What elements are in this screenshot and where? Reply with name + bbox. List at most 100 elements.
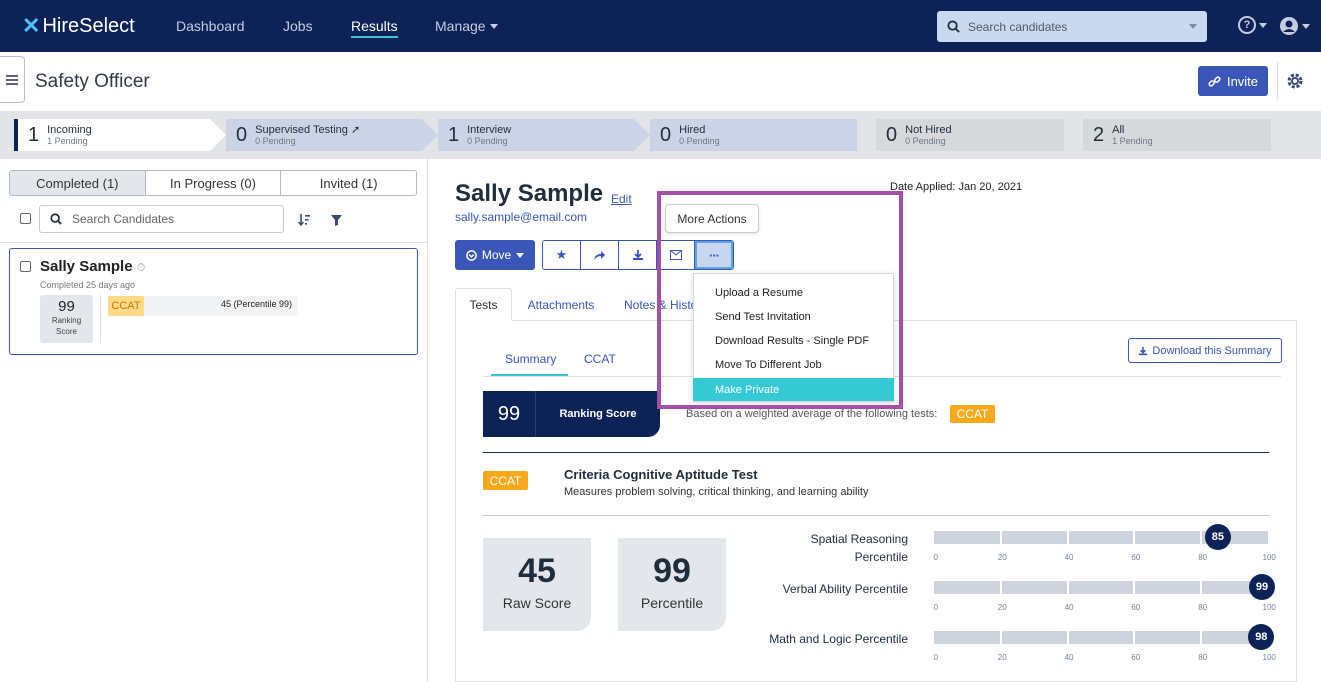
tick-label: 20 — [997, 603, 1007, 612]
tick-label: 60 — [1131, 603, 1141, 612]
chevron-down-icon — [516, 252, 525, 258]
ccat-tag: CCAT — [483, 471, 528, 490]
title-bar — [0, 52, 1321, 112]
stage-sub: 0 Pending — [905, 136, 946, 146]
sort-icon — [297, 214, 310, 227]
tab-attachments[interactable]: Attachments — [519, 288, 603, 321]
stage-arrow — [634, 119, 650, 151]
candidate-status-tabs: Completed (1) In Progress (0) Invited (1… — [9, 170, 417, 196]
divider — [100, 295, 101, 343]
grid-line — [1066, 631, 1069, 644]
grid-line — [1133, 631, 1136, 644]
tick-label: 80 — [1198, 553, 1208, 562]
ranking-score-panel: 99 Ranking Score — [483, 391, 660, 437]
stage-count: 2 — [1093, 123, 1105, 146]
ccat-tag: CCAT — [108, 296, 144, 316]
settings-gear-icon[interactable] — [1285, 71, 1305, 96]
raw-score-box: 45 Raw Score — [483, 538, 591, 631]
move-button[interactable]: Move — [455, 240, 535, 270]
ranking-label: Ranking Score — [559, 408, 637, 420]
grid-line — [999, 531, 1002, 544]
star-button[interactable]: ★ — [543, 241, 581, 269]
hamburger-icon — [6, 74, 18, 85]
help-menu[interactable]: ? — [1238, 16, 1267, 34]
stage-hired[interactable]: 0 Hired 0 Pending — [650, 119, 857, 151]
download-summary-label: Download this Summary — [1152, 344, 1272, 357]
sort-button[interactable] — [297, 213, 310, 229]
stage-count: 1 — [28, 123, 40, 146]
stage-arrow — [210, 119, 226, 151]
grid-line — [1066, 581, 1069, 594]
tick-label: 20 — [997, 653, 1007, 662]
tick-label: 80 — [1198, 653, 1208, 662]
percentile-track — [934, 631, 1268, 644]
grid-line — [1200, 581, 1203, 594]
candidate-title: Sally Sample — [455, 180, 604, 207]
user-menu[interactable] — [1279, 16, 1310, 36]
ranking-score-badge: 99 Ranking Score — [40, 295, 93, 343]
sidebar-toggle-button[interactable] — [0, 56, 25, 103]
stage-supervised-testing[interactable]: 0 Supervised Testing ➚ 0 Pending — [226, 119, 422, 151]
percentile-marker: 85 — [1204, 524, 1231, 550]
move-label: Move — [481, 248, 512, 262]
nav-jobs[interactable]: Jobs — [283, 18, 313, 34]
search-placeholder: Search Candidates — [72, 212, 175, 226]
edit-link[interactable]: Edit — [611, 192, 632, 206]
invite-button[interactable]: Invite — [1198, 66, 1268, 96]
stage-text: Supervised Testing ➚ 0 Pending — [255, 124, 360, 146]
tab-completed[interactable]: Completed (1) — [10, 171, 146, 195]
star-icon: ★ — [555, 247, 568, 262]
grid-line — [1133, 581, 1136, 594]
stage-sub: 0 Pending — [255, 136, 296, 146]
select-all-checkbox[interactable] — [20, 213, 31, 224]
percentile-marker: 99 — [1249, 574, 1275, 600]
stage-all[interactable]: 2 All 1 Pending — [1083, 119, 1271, 151]
stage-interview[interactable]: 1 Interview 0 Pending — [438, 119, 634, 151]
subtab-ccat[interactable]: CCAT — [584, 352, 616, 366]
stage-count: 0 — [660, 123, 672, 146]
rank-label: Ranking — [51, 316, 82, 325]
tick-label: 80 — [1198, 603, 1208, 612]
tab-tests[interactable]: Tests — [455, 288, 512, 321]
percentile-label: Spatial Reasoning Percentile — [740, 530, 908, 566]
nav-manage[interactable]: Manage — [435, 18, 498, 34]
nav-dashboard[interactable]: Dashboard — [176, 18, 245, 34]
share-button[interactable] — [581, 241, 619, 269]
download-button[interactable] — [619, 241, 657, 269]
weighted-average-text: Based on a weighted average of the follo… — [686, 408, 938, 420]
test-description: Measures problem solving, critical think… — [564, 486, 869, 498]
candidate-search-input[interactable]: Search candidates — [937, 11, 1207, 42]
tick-label: 0 — [933, 553, 938, 562]
tick-label: 0 — [933, 603, 938, 612]
nav-results[interactable]: Results — [351, 18, 398, 38]
stage-text: All 1 Pending — [1112, 124, 1153, 146]
download-icon — [1139, 346, 1148, 355]
tick-label: 60 — [1131, 553, 1141, 562]
filter-icon — [331, 215, 342, 226]
subtab-summary[interactable]: Summary — [505, 352, 556, 366]
candidate-email[interactable]: sally.sample@email.com — [455, 210, 587, 224]
candidate-list-search-input[interactable]: Search Candidates — [39, 205, 284, 233]
tick-label: 20 — [997, 553, 1007, 562]
tick-label: 40 — [1064, 603, 1074, 612]
hireselect-logo[interactable]: ✕ HireSelect — [22, 13, 135, 39]
stage-count: 0 — [236, 123, 248, 146]
tab-invited[interactable]: Invited (1) — [281, 171, 416, 195]
stage-label: Interview — [467, 124, 512, 136]
percentile-box: 99 Percentile — [618, 538, 726, 631]
chevron-down-icon — [489, 23, 498, 29]
filter-button[interactable] — [331, 215, 342, 229]
ranking-value: 99 — [483, 391, 536, 437]
stage-incoming[interactable]: 1 Incoming 1 Pending — [14, 119, 210, 151]
tab-in-progress[interactable]: In Progress (0) — [146, 171, 282, 195]
stage-sub: 0 Pending — [679, 136, 720, 146]
stage-text: Incoming 1 Pending — [47, 124, 92, 146]
tick-label: 40 — [1064, 553, 1074, 562]
percentile-label-line: Spatial Reasoning — [810, 532, 908, 546]
candidate-checkbox[interactable] — [20, 261, 31, 272]
download-summary-button[interactable]: Download this Summary — [1128, 338, 1282, 363]
grid-line — [999, 631, 1002, 644]
percentile-label-line: Percentile — [854, 550, 908, 564]
stage-not-hired[interactable]: 0 Not Hired 0 Pending — [876, 119, 1064, 151]
grid-line — [999, 581, 1002, 594]
